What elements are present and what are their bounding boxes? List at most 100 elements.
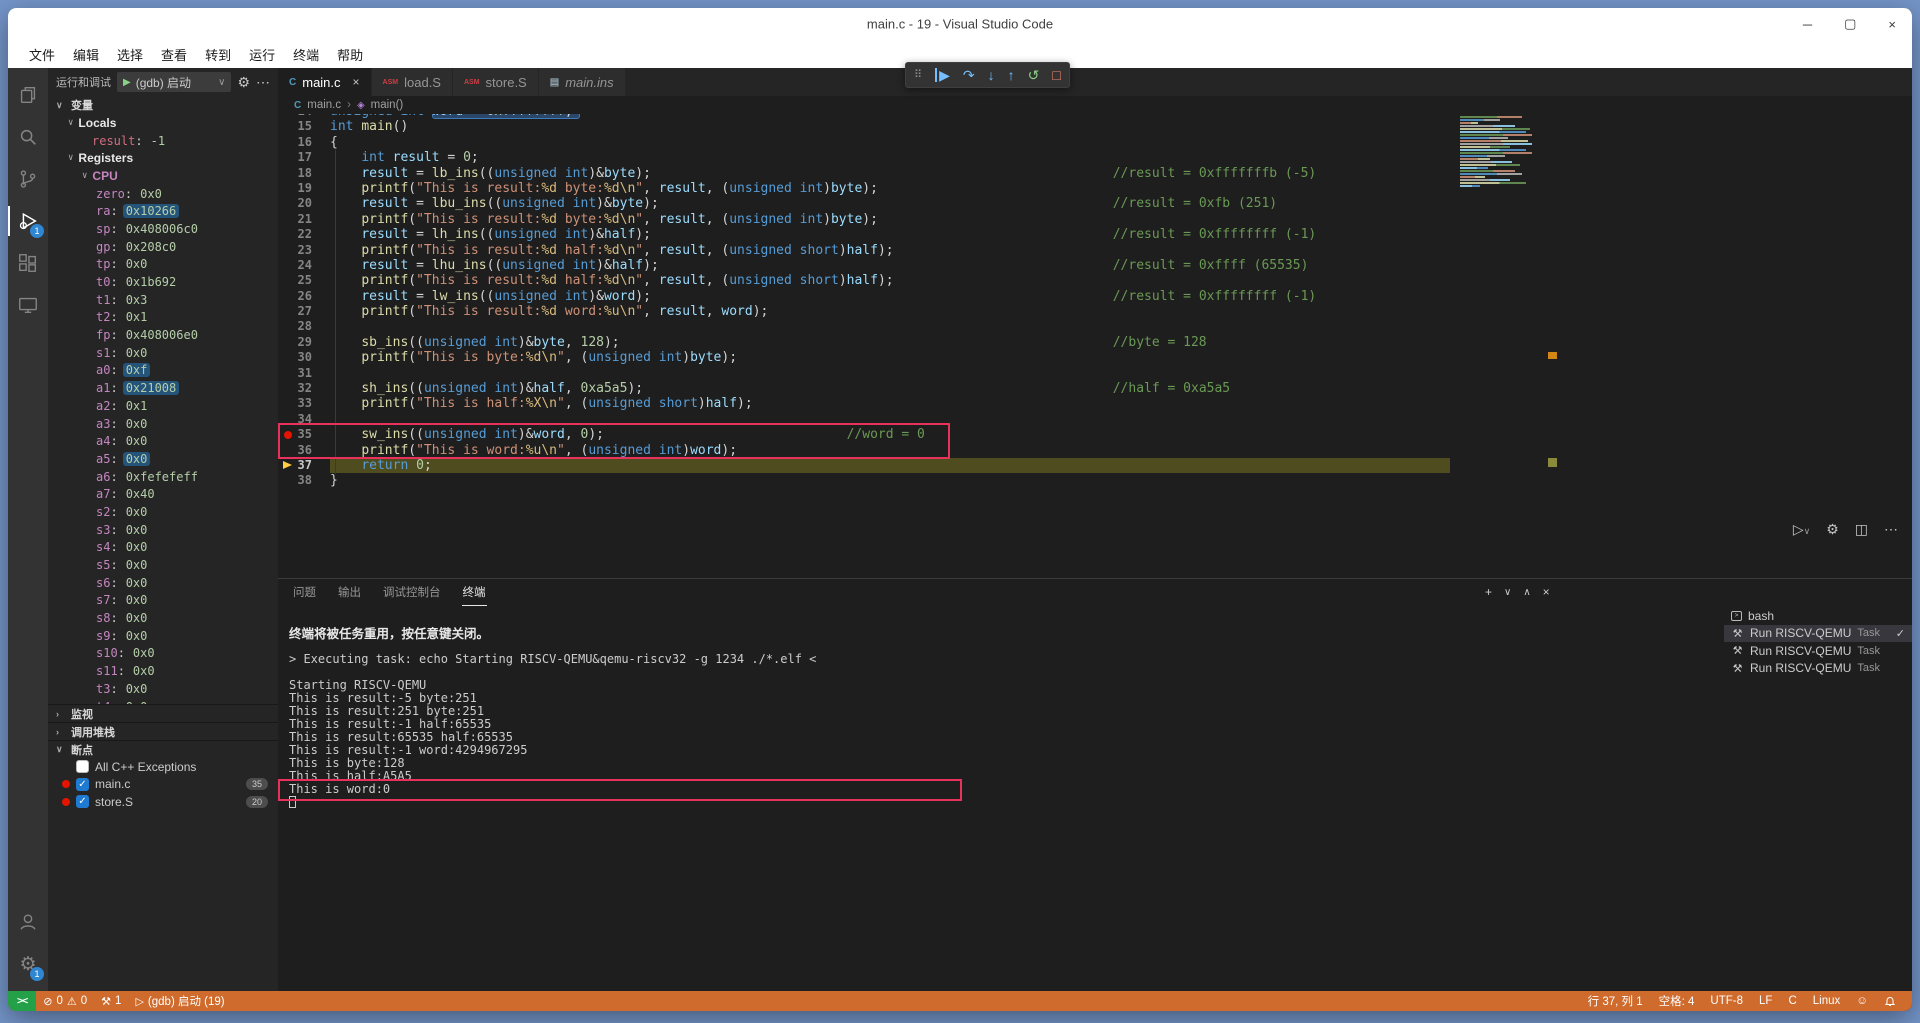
code-line-34[interactable]: 34 xyxy=(278,412,1912,427)
gutter[interactable]: 24 xyxy=(278,258,330,273)
code-line-19[interactable]: 19 printf("This is result:%d byte:%d\n",… xyxy=(278,181,1912,196)
tab-store.S[interactable]: ASMstore.S xyxy=(453,68,539,96)
more-actions-icon[interactable]: ⋯ xyxy=(256,74,270,91)
tab-main.ins[interactable]: ▤main.ins xyxy=(539,68,626,96)
register-row-t0[interactable]: t0:0x1b692 xyxy=(48,273,278,291)
new-terminal-icon[interactable]: + xyxy=(1485,585,1492,599)
register-row-fp[interactable]: fp:0x408006e0 xyxy=(48,326,278,344)
tab-main.c[interactable]: Cmain.c× xyxy=(278,68,372,96)
tree-group-CPU[interactable]: ∨CPU xyxy=(48,167,278,185)
panel-tab-输出[interactable]: 输出 xyxy=(337,579,362,605)
register-row-ra[interactable]: ra:0x10266 xyxy=(48,202,278,220)
step-over-button[interactable]: ↷ xyxy=(963,68,975,82)
code-line-23[interactable]: 23 printf("This is result:%d half:%d\n",… xyxy=(278,243,1912,258)
breakpoint-checkbox[interactable] xyxy=(76,760,89,773)
gutter[interactable]: 20 xyxy=(278,196,330,211)
variables-section-header[interactable]: ∨ 变量 xyxy=(48,96,278,114)
feedback-smiley-icon[interactable]: ☺ xyxy=(1848,995,1876,1007)
remote-explorer-icon[interactable] xyxy=(8,284,48,326)
code-line-28[interactable]: 28 xyxy=(278,319,1912,334)
register-row-t3[interactable]: t3:0x0 xyxy=(48,680,278,698)
code-line-21[interactable]: 21 printf("This is result:%d byte:%d\n",… xyxy=(278,212,1912,227)
debug-settings-gear-icon[interactable]: ⚙ xyxy=(237,74,250,91)
breakpoints-section-header[interactable]: ∨ 断点 xyxy=(48,740,278,758)
register-row-a5[interactable]: a5:0x0 xyxy=(48,450,278,468)
gutter[interactable]: 35 xyxy=(278,427,330,442)
code-line-15[interactable]: 15int main() xyxy=(278,119,1912,134)
code-line-25[interactable]: 25 printf("This is result:%d half:%d\n",… xyxy=(278,273,1912,288)
os-indicator[interactable]: Linux xyxy=(1805,995,1849,1007)
register-row-a4[interactable]: a4:0x0 xyxy=(48,432,278,450)
tasks-status[interactable]: ⚒ 1 xyxy=(94,991,128,1011)
debug-session-status[interactable]: ▷ (gdb) 启动 (19) xyxy=(128,991,231,1011)
code-line-32[interactable]: 32 sh_ins((unsigned int)&half, 0xa5a5); … xyxy=(278,381,1912,396)
panel-tab-调试控制台[interactable]: 调试控制台 xyxy=(382,579,442,605)
breakpoint-checkbox[interactable]: ✓ xyxy=(76,778,89,791)
code-line-24[interactable]: 24 result = lhu_ins((unsigned int)&half)… xyxy=(278,258,1912,273)
settings-gear-icon[interactable]: ⚙ 1 xyxy=(8,943,48,985)
encoding[interactable]: UTF-8 xyxy=(1702,995,1751,1007)
source-control-icon[interactable] xyxy=(8,158,48,200)
problems-status[interactable]: ⊘ 0 ⚠ 0 xyxy=(36,991,94,1011)
code-line-17[interactable]: 17 int result = 0; xyxy=(278,150,1912,165)
gutter[interactable]: 36 xyxy=(278,443,330,458)
code-line-26[interactable]: 26 result = lw_ins((unsigned int)&word);… xyxy=(278,289,1912,304)
register-row-s6[interactable]: s6:0x0 xyxy=(48,574,278,592)
continue-button[interactable]: ▶ xyxy=(935,68,950,82)
register-row-s4[interactable]: s4:0x0 xyxy=(48,539,278,557)
gutter[interactable]: 33 xyxy=(278,396,330,411)
minimize-icon[interactable]: ─ xyxy=(1803,17,1812,32)
step-into-button[interactable]: ↓ xyxy=(988,68,995,82)
code-line-30[interactable]: 30 printf("This is byte:%d\n", (unsigned… xyxy=(278,350,1912,365)
gutter[interactable]: 22 xyxy=(278,227,330,242)
notifications-bell-icon[interactable] xyxy=(1876,995,1904,1007)
menu-item-终端[interactable]: 终端 xyxy=(284,42,328,67)
register-row-s10[interactable]: s10:0x0 xyxy=(48,645,278,663)
register-row-s1[interactable]: s1:0x0 xyxy=(48,344,278,362)
breadcrumb-file[interactable]: main.c xyxy=(307,99,341,111)
gutter[interactable]: 16 xyxy=(278,135,330,150)
gutter[interactable]: 32 xyxy=(278,381,330,396)
watch-section-header[interactable]: › 监视 xyxy=(48,704,278,722)
gutter[interactable]: 27 xyxy=(278,304,330,319)
panel-tab-问题[interactable]: 问题 xyxy=(292,579,317,605)
code-line-38[interactable]: 38} xyxy=(278,473,1912,488)
gutter[interactable]: 31 xyxy=(278,366,330,381)
menu-item-运行[interactable]: 运行 xyxy=(240,42,284,67)
terminal-list-item-Run RISCV-QEMU[interactable]: ⚒Run RISCV-QEMUTask✓ xyxy=(1724,625,1912,643)
breakpoint-dot-icon[interactable] xyxy=(284,431,292,439)
panel-tab-终端[interactable]: 终端 xyxy=(462,579,487,606)
breakpoint-checkbox[interactable]: ✓ xyxy=(76,795,89,808)
register-row-result[interactable]: result:-1 xyxy=(48,132,278,150)
register-row-a0[interactable]: a0:0xf xyxy=(48,362,278,380)
code-line-22[interactable]: 22 result = lh_ins((unsigned int)&half);… xyxy=(278,227,1912,242)
gutter[interactable]: 30 xyxy=(278,350,330,365)
register-row-sp[interactable]: sp:0x408006c0 xyxy=(48,220,278,238)
restart-button[interactable]: ↺ xyxy=(1028,68,1040,82)
indentation[interactable]: 空格: 4 xyxy=(1651,993,1703,1009)
terminal-output[interactable]: 终端将被任务重用，按任意键关闭。 > Executing task: echo … xyxy=(278,605,1724,991)
gutter[interactable]: 15 xyxy=(278,119,330,134)
terminal-list-item-Run RISCV-QEMU[interactable]: ⚒Run RISCV-QEMUTask xyxy=(1724,642,1912,660)
menu-item-文件[interactable]: 文件 xyxy=(20,42,64,67)
code-line-37[interactable]: 37 return 0; xyxy=(278,458,1912,473)
code-line-31[interactable]: 31 xyxy=(278,366,1912,381)
code-line-16[interactable]: 16{ xyxy=(278,135,1912,150)
register-row-a6[interactable]: a6:0xfefefeff xyxy=(48,468,278,486)
tab-load.S[interactable]: ASMload.S xyxy=(372,68,453,96)
gutter[interactable]: 28 xyxy=(278,319,330,334)
extensions-icon[interactable] xyxy=(8,242,48,284)
terminal-list-item-Run RISCV-QEMU[interactable]: ⚒Run RISCV-QEMUTask xyxy=(1724,660,1912,678)
tree-group-Registers[interactable]: ∨Registers xyxy=(48,149,278,167)
register-row-s5[interactable]: s5:0x0 xyxy=(48,556,278,574)
breakpoint-item-main.c[interactable]: ✓main.c35 xyxy=(48,776,278,794)
debug-config-dropdown[interactable]: ▶ (gdb) 启动 ∨ xyxy=(117,72,231,92)
cursor-position[interactable]: 行 37, 列 1 xyxy=(1580,993,1651,1009)
step-out-button[interactable]: ↑ xyxy=(1008,68,1015,82)
register-row-a3[interactable]: a3:0x0 xyxy=(48,415,278,433)
run-debug-icon[interactable]: 1 xyxy=(8,200,48,242)
gutter[interactable]: 17 xyxy=(278,150,330,165)
maximize-icon[interactable]: ▢ xyxy=(1844,16,1856,32)
gutter[interactable]: 34 xyxy=(278,412,330,427)
register-row-s3[interactable]: s3:0x0 xyxy=(48,521,278,539)
